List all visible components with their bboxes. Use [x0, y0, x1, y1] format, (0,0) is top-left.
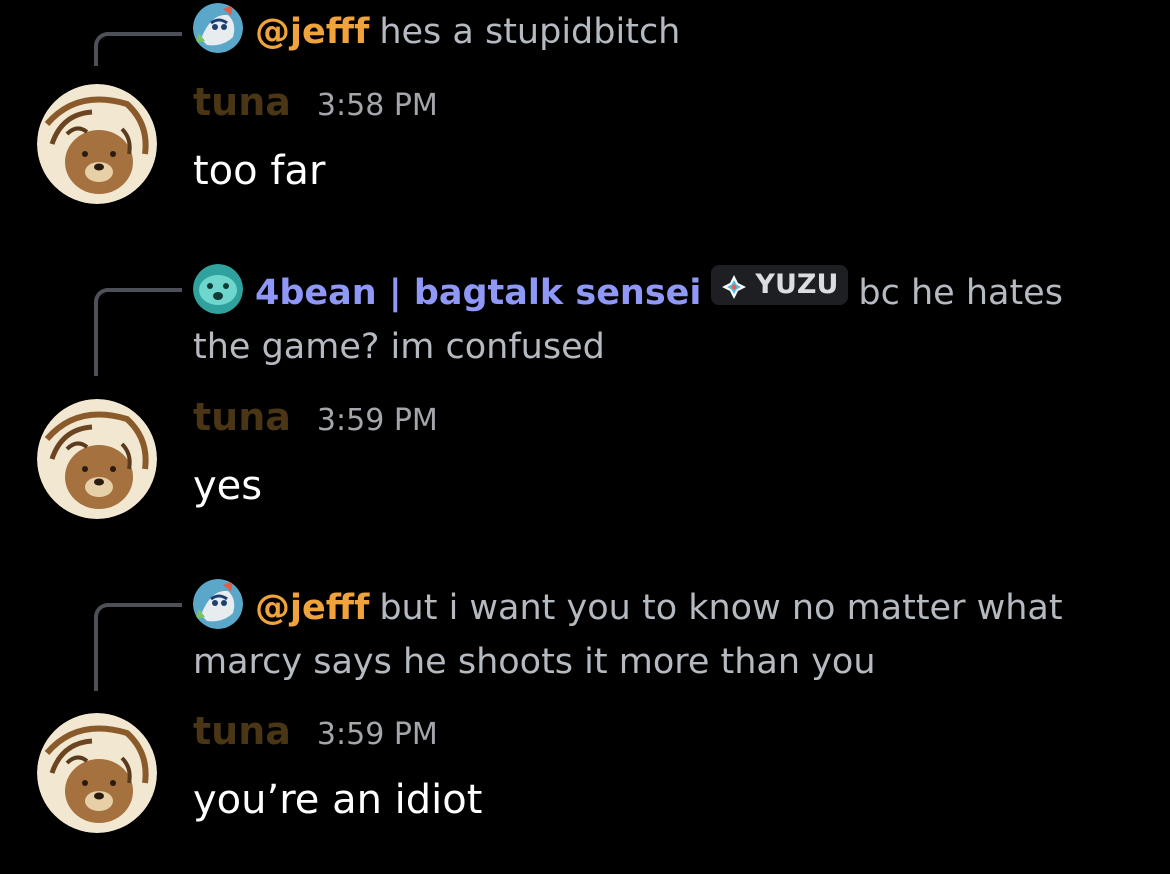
reply-text: hes a stupidbitch	[379, 12, 681, 52]
server-tag-badge[interactable]: YUZU	[711, 265, 849, 305]
reply-connector	[94, 603, 182, 691]
reply-preview[interactable]: @jefff but i want you to know no matter w…	[193, 579, 1123, 689]
server-tag-label: YUZU	[755, 269, 839, 300]
chat-message-list: @jefff hes a stupidbitch tuna 3:58 PM too…	[0, 0, 1170, 874]
message-header: tuna 3:58 PM	[193, 80, 438, 130]
message-content: you’re an idiot	[193, 777, 483, 823]
reply-connector	[94, 288, 182, 376]
reply-author[interactable]: @jefff	[255, 588, 369, 628]
timestamp: 3:59 PM	[316, 717, 438, 752]
username[interactable]: tuna	[193, 395, 291, 439]
cartoon-character-avatar-icon[interactable]	[193, 3, 243, 53]
message-header: tuna 3:59 PM	[193, 709, 438, 759]
username[interactable]: tuna	[193, 709, 291, 753]
bear-avatar-icon[interactable]	[37, 399, 157, 519]
message-content: too far	[193, 148, 326, 194]
bear-avatar-icon[interactable]	[37, 713, 157, 833]
timestamp: 3:59 PM	[316, 403, 438, 438]
blue-ball-avatar-icon[interactable]	[193, 264, 243, 314]
reply-preview[interactable]: @jefff hes a stupidbitch	[193, 3, 1123, 59]
reply-connector	[94, 32, 182, 66]
timestamp: 3:58 PM	[316, 88, 438, 123]
reply-author[interactable]: 4bean | bagtalk sensei	[255, 273, 701, 313]
cartoon-character-avatar-icon[interactable]	[193, 579, 243, 629]
reply-preview[interactable]: 4bean | bagtalk sensei YUZU bc he hates th…	[193, 264, 1123, 374]
message-header: tuna 3:59 PM	[193, 395, 438, 445]
username[interactable]: tuna	[193, 80, 291, 124]
message-content: yes	[193, 463, 263, 509]
reply-author[interactable]: @jefff	[255, 12, 369, 52]
diamond-sparkle-icon	[721, 272, 747, 299]
bear-avatar-icon[interactable]	[37, 84, 157, 204]
